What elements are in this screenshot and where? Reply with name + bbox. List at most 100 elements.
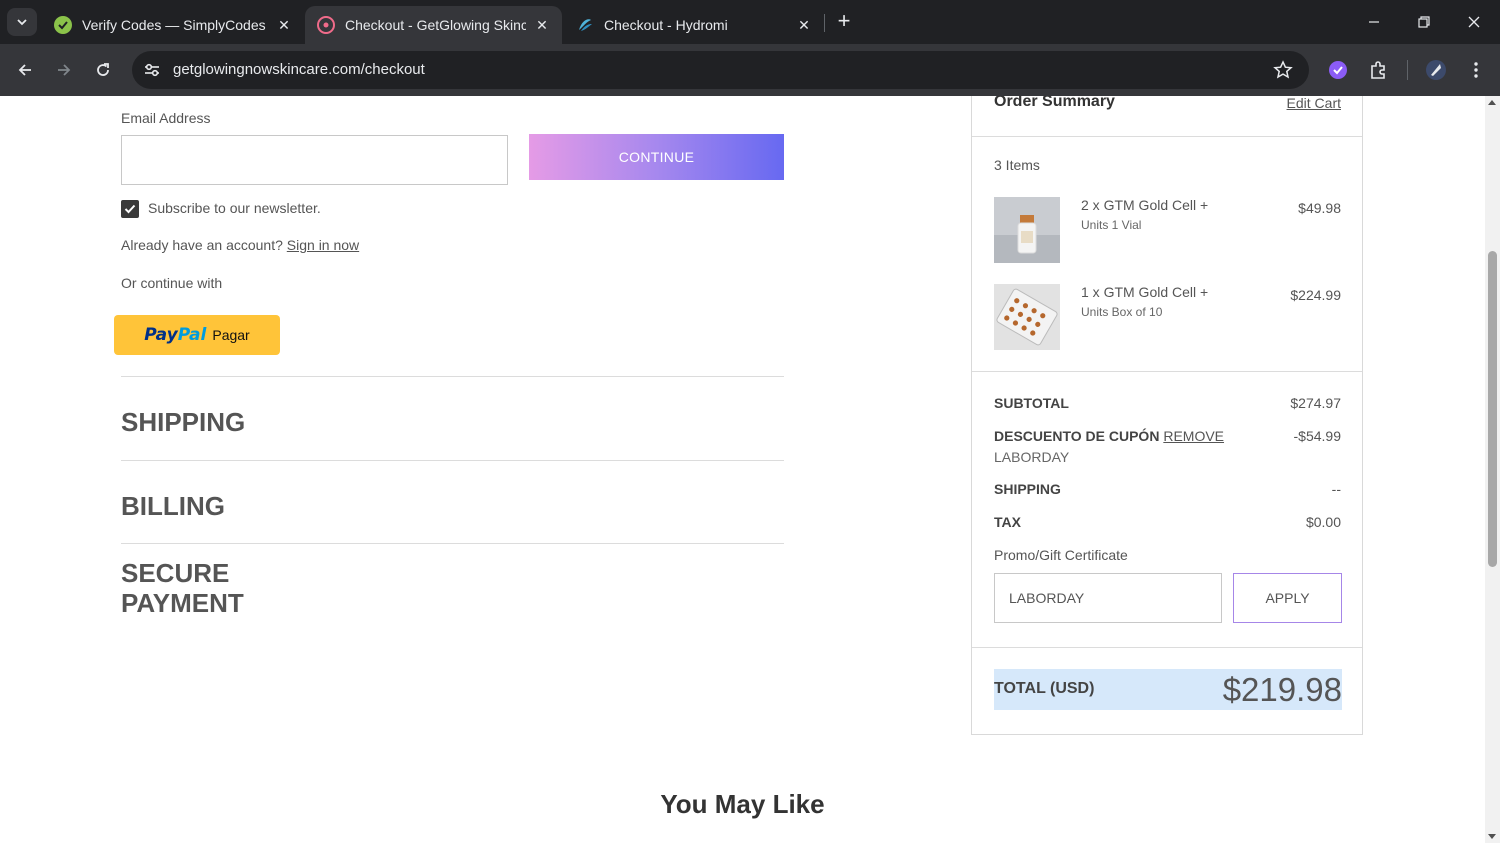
newsletter-checkbox[interactable] bbox=[121, 200, 139, 218]
item-option: Units 1 Vial bbox=[1081, 218, 1142, 232]
product-image-box bbox=[994, 284, 1060, 350]
section-divider bbox=[121, 376, 784, 377]
or-continue-label: Or continue with bbox=[121, 275, 223, 291]
sign-in-link[interactable]: Sign in now bbox=[287, 237, 359, 253]
restore-button[interactable] bbox=[1412, 10, 1436, 34]
product-image-vial bbox=[994, 197, 1060, 263]
back-button[interactable] bbox=[11, 56, 39, 84]
discount-label-row: DESCUENTO DE CUPÓN REMOVE bbox=[994, 428, 1224, 444]
reload-button[interactable] bbox=[89, 56, 117, 84]
apply-promo-button[interactable]: APPLY bbox=[1233, 573, 1342, 623]
avatar-icon bbox=[1426, 60, 1446, 80]
promo-code-input[interactable] bbox=[994, 573, 1222, 623]
tab-title: Verify Codes — SimplyCodes bbox=[82, 17, 266, 33]
tab-simplycodes[interactable]: Verify Codes — SimplyCodes ✕ bbox=[42, 6, 304, 44]
email-field[interactable] bbox=[121, 135, 508, 185]
arrow-right-icon bbox=[58, 64, 71, 76]
scrollbar-thumb[interactable] bbox=[1488, 251, 1497, 567]
close-tab-icon[interactable]: ✕ bbox=[796, 17, 812, 34]
email-label: Email Address bbox=[121, 110, 211, 126]
chevron-down-icon bbox=[17, 19, 27, 26]
reload-icon bbox=[97, 63, 109, 76]
section-divider bbox=[121, 460, 784, 461]
section-divider bbox=[121, 543, 784, 544]
secure-payment-line1: SECURE bbox=[121, 558, 230, 588]
subtotal-value: $274.97 bbox=[1290, 395, 1341, 411]
tab-separator bbox=[824, 14, 825, 32]
getglowing-icon bbox=[317, 16, 335, 34]
paypal-button[interactable]: Pay Pal Pagar bbox=[114, 315, 280, 355]
tab-title: Checkout - Hydromi bbox=[604, 17, 728, 33]
tab-getglowing[interactable]: Checkout - GetGlowing Skincare ✕ bbox=[305, 6, 562, 44]
summary-divider bbox=[972, 647, 1362, 648]
account-prompt: Already have an account? Sign in now bbox=[121, 237, 359, 253]
total-value: $219.98 bbox=[1222, 671, 1342, 708]
discount-label: DESCUENTO DE CUPÓN bbox=[994, 428, 1160, 444]
applied-coupon-code: LABORDAY bbox=[994, 449, 1070, 465]
close-tab-icon[interactable]: ✕ bbox=[534, 17, 550, 34]
bookmark-star-icon[interactable] bbox=[1273, 60, 1293, 80]
site-settings-icon[interactable] bbox=[142, 60, 162, 80]
item-price: $49.98 bbox=[1298, 200, 1341, 216]
you-may-like-heading: You May Like bbox=[660, 789, 825, 819]
summary-divider bbox=[972, 136, 1362, 137]
page-scrollbar[interactable] bbox=[1485, 96, 1500, 843]
tax-label: TAX bbox=[994, 514, 1021, 530]
forward-button[interactable] bbox=[50, 56, 78, 84]
browser-menu-button[interactable] bbox=[1464, 58, 1488, 82]
continue-button[interactable]: CONTINUE bbox=[529, 134, 784, 180]
browser-tab-bar: Verify Codes — SimplyCodes ✕ Checkout - … bbox=[0, 0, 1500, 44]
secure-payment-heading[interactable]: SECURE PAYMENT bbox=[121, 558, 244, 618]
browser-toolbar: getglowingnowskincare.com/checkout bbox=[0, 44, 1500, 96]
scroll-up-arrow-icon[interactable] bbox=[1488, 100, 1496, 105]
promo-label: Promo/Gift Certificate bbox=[994, 547, 1128, 563]
minimize-icon bbox=[1369, 21, 1379, 23]
extensions-button[interactable] bbox=[1366, 58, 1390, 82]
account-prompt-text: Already have an account? bbox=[121, 237, 283, 253]
toolbar-divider bbox=[1407, 60, 1408, 80]
secure-payment-line2: PAYMENT bbox=[121, 588, 244, 618]
discount-value: -$54.99 bbox=[1293, 428, 1341, 444]
profile-button[interactable] bbox=[1424, 58, 1448, 82]
newsletter-label[interactable]: Subscribe to our newsletter. bbox=[148, 200, 321, 216]
item-option: Units Box of 10 bbox=[1081, 305, 1163, 319]
hydromi-icon bbox=[576, 16, 594, 34]
close-window-button[interactable] bbox=[1462, 10, 1486, 34]
subtotal-label: SUBTOTAL bbox=[994, 395, 1069, 411]
remove-coupon-link[interactable]: REMOVE bbox=[1163, 428, 1224, 444]
tab-hydromi[interactable]: Checkout - Hydromi ✕ bbox=[564, 6, 824, 44]
scroll-down-arrow-icon[interactable] bbox=[1488, 834, 1496, 839]
order-summary-title: Order Summary bbox=[994, 96, 1115, 110]
shipping-heading[interactable]: SHIPPING bbox=[121, 407, 245, 437]
more-vertical-icon bbox=[1474, 62, 1478, 78]
arrow-left-icon bbox=[18, 64, 31, 76]
simplycodes-extension-icon bbox=[1329, 61, 1347, 79]
url-text[interactable]: getglowingnowskincare.com/checkout bbox=[173, 61, 425, 78]
item-name: 1 x GTM Gold Cell + bbox=[1081, 284, 1209, 300]
minimize-button[interactable] bbox=[1362, 10, 1386, 34]
puzzle-icon bbox=[1371, 61, 1385, 79]
new-tab-button[interactable]: + bbox=[832, 10, 856, 34]
extension-icon[interactable] bbox=[1326, 58, 1350, 82]
tab-search-button[interactable] bbox=[7, 8, 37, 36]
restore-icon bbox=[1418, 16, 1430, 28]
paypal-logo-pal: Pal bbox=[177, 325, 207, 345]
paypal-logo-pay: Pay bbox=[144, 325, 178, 345]
edit-cart-link[interactable]: Edit Cart bbox=[1287, 96, 1341, 111]
shipping-value: -- bbox=[1331, 481, 1341, 497]
items-count: 3 Items bbox=[994, 157, 1040, 173]
tab-title: Checkout - GetGlowing Skincare bbox=[345, 17, 526, 33]
close-tab-icon[interactable]: ✕ bbox=[276, 17, 292, 34]
billing-heading[interactable]: BILLING bbox=[121, 491, 225, 521]
shipping-label: SHIPPING bbox=[994, 481, 1061, 497]
close-icon bbox=[1468, 16, 1480, 28]
page-viewport: Email Address CONTINUE Subscribe to our … bbox=[0, 96, 1485, 843]
item-name: 2 x GTM Gold Cell + bbox=[1081, 197, 1209, 213]
tax-value: $0.00 bbox=[1305, 514, 1341, 530]
paypal-pagar-label: Pagar bbox=[212, 327, 250, 343]
item-price: $224.99 bbox=[1290, 287, 1341, 303]
address-bar[interactable]: getglowingnowskincare.com/checkout bbox=[132, 51, 1309, 89]
total-row: TOTAL (USD) $219.98 bbox=[994, 669, 1342, 710]
checkmark-icon bbox=[124, 204, 136, 214]
total-label: TOTAL (USD) bbox=[994, 680, 1095, 697]
